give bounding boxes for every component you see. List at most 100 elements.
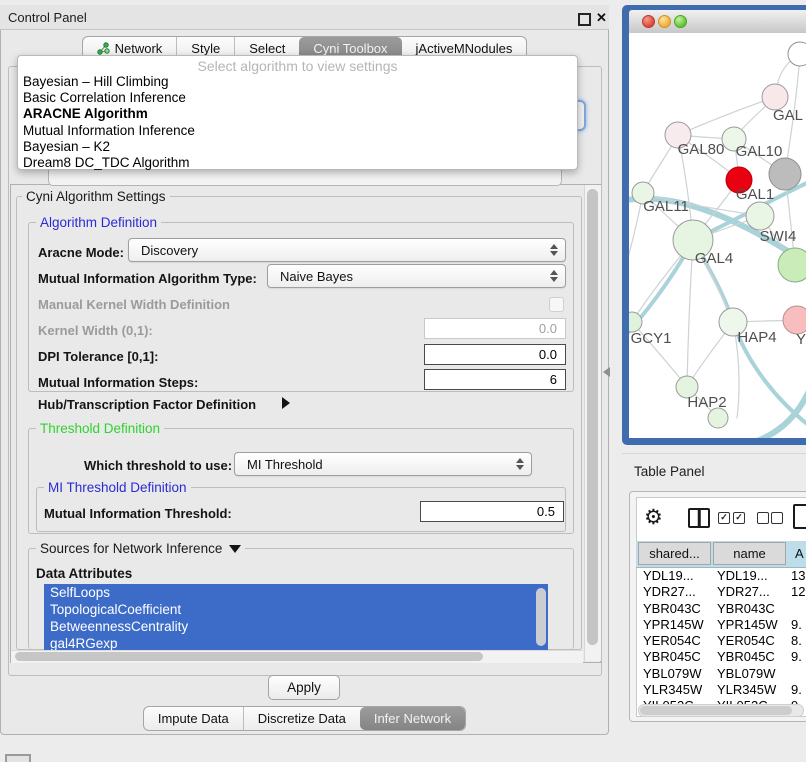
kernel-width-field[interactable]: [424, 318, 566, 339]
expand-right-arrow-icon[interactable]: [282, 397, 290, 409]
table-cell: 12: [791, 584, 805, 599]
algorithm-definition-title: Algorithm Definition: [36, 215, 161, 230]
table-row[interactable]: YBR045CYBR045C9.: [637, 649, 806, 665]
tab-discretize-data[interactable]: Discretize Data: [243, 707, 360, 730]
table-cell: YBR043C: [643, 601, 701, 616]
data-attribute-item[interactable]: gal4RGexp: [44, 635, 548, 650]
algorithm-placeholder: Select algorithm to view settings: [18, 58, 577, 74]
column-header-name[interactable]: name: [713, 542, 786, 565]
table-panel-title: Table Panel: [634, 464, 705, 479]
node-label-gal: GAL: [773, 107, 803, 124]
column-layout-icon[interactable]: [688, 508, 710, 528]
minimize-traffic-light-icon[interactable]: [658, 15, 671, 28]
network-icon: [97, 42, 110, 55]
aracne-mode-label: Aracne Mode:: [38, 245, 124, 260]
node-label-gcy1: GCY1: [631, 330, 672, 347]
tab-infer-network[interactable]: Infer Network: [360, 707, 465, 730]
table-cell: YPR145W: [643, 617, 704, 632]
mi-type-value: Naive Bayes: [280, 269, 353, 284]
data-attributes-list[interactable]: SelfLoopsTopologicalCoefficientBetweenne…: [44, 584, 548, 650]
unchecked-checkbox-icon[interactable]: [757, 512, 769, 524]
tab-label: jActiveMNodules: [416, 41, 513, 56]
gear-icon[interactable]: ⚙: [644, 505, 663, 530]
node-label-gal11: GAL11: [643, 198, 689, 215]
mi-threshold-title: MI Threshold Definition: [44, 480, 191, 495]
manual-kernel-checkbox[interactable]: [549, 297, 564, 312]
column-header-partial[interactable]: A: [795, 546, 804, 561]
float-window-icon[interactable]: [578, 13, 591, 26]
mi-steps-field[interactable]: [424, 369, 566, 390]
mi-threshold-field[interactable]: [420, 501, 564, 522]
network-node[interactable]: [708, 408, 728, 428]
algorithm-option-dream8-dc-tdc-algorithm[interactable]: Dream8 DC_TDC Algorithm: [18, 155, 577, 171]
data-attribute-item[interactable]: SelfLoops: [44, 584, 548, 601]
table-header-row: shared... name: [636, 541, 806, 568]
checked-checkbox-icon[interactable]: ✓: [718, 512, 730, 524]
network-canvas[interactable]: GALGAL80GAL10GAL1GAL11SWI4GAL4GCY1HAP4YH…: [629, 33, 806, 438]
table-row[interactable]: YDL19...YDL19...13: [637, 568, 806, 584]
tab-label: Infer Network: [374, 711, 451, 726]
dpi-tolerance-label: DPI Tolerance [0,1]:: [38, 349, 158, 364]
document-icon[interactable]: [793, 504, 806, 529]
table-cell: 9.: [791, 649, 802, 664]
tab-label: Select: [249, 41, 285, 56]
network-edge[interactable]: [687, 240, 693, 387]
network-node-swi4[interactable]: [746, 202, 774, 230]
table-cell: YDL19...: [643, 568, 694, 583]
table-row[interactable]: YDR27...YDR27...12: [637, 584, 806, 600]
mi-type-label: Mutual Information Algorithm Type:: [38, 271, 257, 286]
network-window-titlebar[interactable]: [629, 10, 806, 34]
tab-label: Style: [191, 41, 220, 56]
horizontal-scrollbar-thumb[interactable]: [15, 652, 483, 661]
network-node-y[interactable]: [783, 306, 806, 334]
close-traffic-light-icon[interactable]: [642, 15, 655, 28]
table-row[interactable]: YPR145WYPR145W9.: [637, 617, 806, 633]
node-label-hap2: HAP2: [687, 394, 726, 411]
combo-spinner-icon: [550, 244, 558, 256]
checked-checkbox-icon[interactable]: ✓: [733, 512, 745, 524]
algorithm-option-bayesian-hill-climbing[interactable]: Bayesian – Hill Climbing: [18, 74, 577, 90]
column-header-shared[interactable]: shared...: [638, 542, 711, 565]
node-label-gal10: GAL10: [736, 143, 783, 160]
close-icon[interactable]: ✕: [596, 10, 607, 26]
algorithm-option-bayesian-k2[interactable]: Bayesian – K2: [18, 139, 577, 155]
hub-section-label: Hub/Transcription Factor Definition: [38, 397, 256, 412]
panel-divider: [622, 453, 806, 454]
algorithm-option-basic-correlation-inference[interactable]: Basic Correlation Inference: [18, 90, 577, 106]
split-pane-collapse-handle[interactable]: [603, 367, 610, 377]
which-threshold-combobox[interactable]: MI Threshold: [234, 452, 532, 476]
table-row[interactable]: YBR043C YBR043C: [637, 601, 806, 617]
data-attribute-item[interactable]: TopologicalCoefficient: [44, 601, 548, 618]
tab-label: Cyni Toolbox: [313, 41, 387, 56]
mi-type-combobox[interactable]: Naive Bayes: [267, 264, 566, 288]
apply-button[interactable]: Apply: [268, 675, 340, 700]
combo-spinner-icon: [516, 458, 524, 470]
table-cell: YBR043C: [717, 601, 775, 616]
network-node-gcy1[interactable]: [629, 312, 642, 332]
table-row[interactable]: YLR345WYLR345W9.: [637, 682, 806, 698]
table-row[interactable]: YER054CYER054C8.: [637, 633, 806, 649]
minimized-panel-chip[interactable]: [5, 754, 31, 762]
attribute-list-scrollbar-thumb[interactable]: [536, 588, 546, 646]
algorithm-options: Bayesian – Hill ClimbingBasic Correlatio…: [18, 74, 577, 171]
network-node[interactable]: [788, 42, 806, 66]
node-label-gal1: GAL1: [736, 186, 774, 203]
node-label-gal4: GAL4: [695, 250, 733, 267]
tab-impute-data[interactable]: Impute Data: [144, 707, 243, 730]
network-edge-highlighted[interactable]: [657, 391, 806, 438]
network-node[interactable]: [778, 248, 806, 282]
unchecked-checkbox-icon[interactable]: [771, 512, 783, 524]
table-cell: YER054C: [643, 633, 701, 648]
table-row[interactable]: YBL079WYBL079W: [637, 666, 806, 682]
tab-group: Impute DataDiscretize Data Infer Network: [143, 706, 466, 731]
algorithm-option-aracne-algorithm[interactable]: ARACNE Algorithm: [18, 106, 577, 122]
table-horizontal-scrollbar-thumb[interactable]: [640, 706, 792, 715]
data-attribute-item[interactable]: BetweennessCentrality: [44, 618, 548, 635]
aracne-mode-combobox[interactable]: Discovery: [128, 238, 566, 262]
dpi-tolerance-field[interactable]: [424, 344, 566, 365]
collapse-down-arrow-icon[interactable]: [229, 545, 241, 553]
zoom-traffic-light-icon[interactable]: [674, 15, 687, 28]
vertical-scrollbar-thumb[interactable]: [587, 189, 598, 645]
node-label-swi4: SWI4: [760, 228, 797, 245]
algorithm-option-mutual-information-inference[interactable]: Mutual Information Inference: [18, 123, 577, 139]
